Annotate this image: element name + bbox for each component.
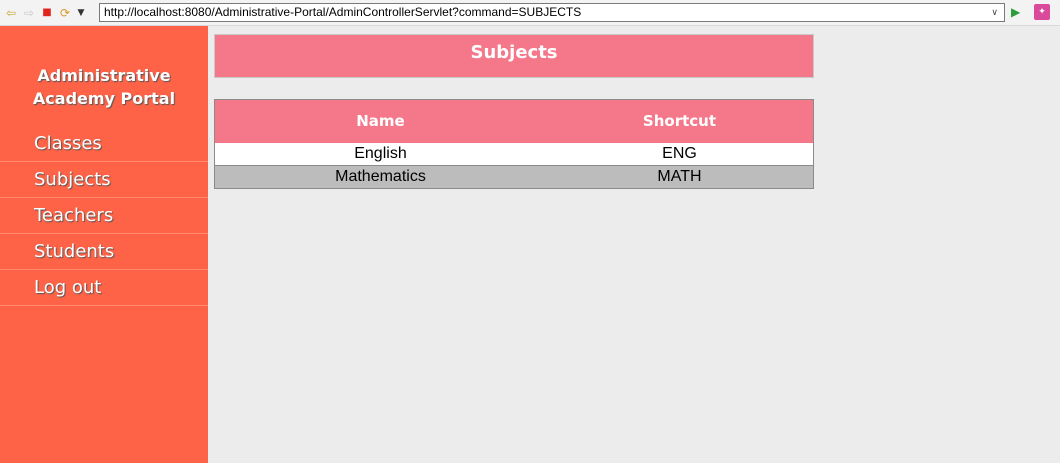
extension-icon[interactable]: ✦ (1034, 4, 1050, 20)
column-header-shortcut: Shortcut (545, 99, 814, 143)
browser-toolbar: ⇦ ⇨ ■ ⟳ ▼ http://localhost:8080/Administ… (0, 0, 1060, 26)
sidebar-item-classes[interactable]: Classes (0, 126, 208, 162)
sidebar-item-subjects[interactable]: Subjects (0, 162, 208, 198)
table-row: Mathematics MATH (214, 165, 814, 189)
subjects-table: Name Shortcut English ENG Mathematics MA… (214, 99, 814, 189)
portal-title-line1: Administrative (37, 66, 171, 85)
back-arrow-icon[interactable]: ⇦ (4, 6, 18, 20)
subject-shortcut-cell: MATH (545, 165, 814, 189)
subject-shortcut-cell: ENG (545, 142, 814, 166)
portal-title-line2: Academy Portal (32, 89, 176, 108)
sidebar-nav: Classes Subjects Teachers Students Log o… (0, 126, 208, 306)
table-row: English ENG (214, 142, 814, 166)
sidebar: Administrative Academy Portal Classes Su… (0, 26, 208, 463)
portal-title: Administrative Academy Portal (0, 64, 208, 110)
column-header-name: Name (214, 99, 546, 143)
table-header-row: Name Shortcut (214, 99, 814, 143)
url-text: http://localhost:8080/Administrative-Por… (104, 5, 582, 19)
sidebar-item-logout[interactable]: Log out (0, 270, 208, 306)
sidebar-item-teachers[interactable]: Teachers (0, 198, 208, 234)
subject-name-cell: English (214, 142, 546, 166)
page-title: Subjects (214, 34, 814, 78)
stop-icon[interactable]: ■ (40, 6, 54, 20)
subject-name-cell: Mathematics (214, 165, 546, 189)
chevron-down-icon[interactable]: ▼ (74, 6, 88, 20)
url-dropdown-icon[interactable]: ∨ (991, 5, 998, 20)
url-bar[interactable]: http://localhost:8080/Administrative-Por… (99, 3, 1005, 22)
refresh-icon[interactable]: ⟳ (58, 6, 72, 20)
go-icon[interactable]: ▶ (1011, 5, 1020, 19)
sidebar-item-students[interactable]: Students (0, 234, 208, 270)
forward-arrow-icon[interactable]: ⇨ (22, 6, 36, 20)
